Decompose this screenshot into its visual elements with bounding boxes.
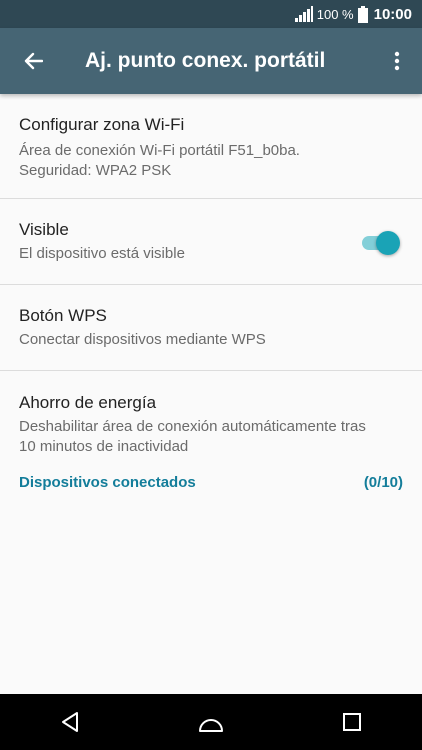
setting-visible[interactable]: Visible El dispositivo está visible bbox=[0, 199, 422, 285]
clock: 10:00 bbox=[373, 5, 412, 23]
navigation-bar bbox=[0, 694, 422, 750]
setting-title: Visible bbox=[19, 220, 69, 239]
signal-icon bbox=[294, 6, 313, 22]
nav-home-button[interactable] bbox=[181, 694, 241, 750]
nav-back-button[interactable] bbox=[40, 694, 100, 750]
nav-back-icon bbox=[62, 712, 79, 732]
setting-title: Configurar zona Wi-Fi bbox=[19, 115, 185, 134]
connected-devices-count: (0/10) bbox=[363, 473, 403, 491]
more-options-button[interactable] bbox=[372, 28, 422, 94]
battery-icon bbox=[357, 5, 368, 23]
nav-recents-button[interactable] bbox=[322, 694, 382, 750]
nav-recents-icon bbox=[342, 713, 361, 731]
app-bar: Aj. punto conex. portátil bbox=[0, 28, 422, 94]
setting-summary-line: El dispositivo está visible bbox=[19, 245, 185, 262]
setting-summary-line: 10 minutos de inactividad bbox=[19, 438, 189, 455]
back-arrow-icon bbox=[24, 52, 43, 70]
more-vert-icon bbox=[394, 51, 400, 71]
setting-title: Botón WPS bbox=[19, 306, 107, 325]
setting-summary-line: Área de conexión Wi-Fi portátil F51_b0ba… bbox=[19, 142, 300, 159]
toggle-thumb bbox=[376, 231, 400, 255]
setting-power-saving[interactable]: Ahorro de energía Deshabilitar área de c… bbox=[0, 371, 422, 457]
settings-list: Configurar zona Wi-Fi Área de conexión W… bbox=[0, 94, 422, 495]
back-button[interactable] bbox=[0, 28, 66, 94]
connected-devices-label: Dispositivos conectados bbox=[19, 473, 196, 491]
nav-home-icon bbox=[198, 719, 223, 732]
screen: 100 % 10:00 Aj. punto conex. portátil Co… bbox=[0, 0, 422, 750]
setting-summary-line: Deshabilitar área de conexión automática… bbox=[19, 418, 366, 435]
battery-percent: 100 % bbox=[316, 6, 354, 22]
visible-toggle[interactable] bbox=[360, 231, 400, 255]
setting-summary-line: Conectar dispositivos mediante WPS bbox=[19, 331, 266, 348]
status-bar: 100 % 10:00 bbox=[0, 0, 422, 28]
setting-title: Ahorro de energía bbox=[19, 393, 157, 412]
page-title: Aj. punto conex. portátil bbox=[85, 49, 326, 72]
setting-configure-wifi-zone[interactable]: Configurar zona Wi-Fi Área de conexión W… bbox=[0, 94, 422, 199]
connected-devices-header: Dispositivos conectados (0/10) bbox=[0, 469, 422, 495]
setting-summary-line: Seguridad: WPA2 PSK bbox=[19, 162, 172, 179]
setting-wps-button[interactable]: Botón WPS Conectar dispositivos mediante… bbox=[0, 285, 422, 371]
